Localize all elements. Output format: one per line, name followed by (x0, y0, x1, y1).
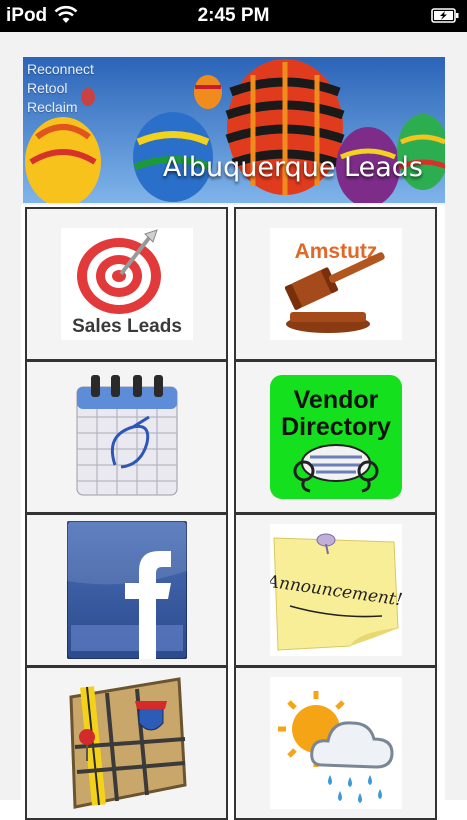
tile-weather[interactable] (234, 666, 437, 820)
tagline-reclaim: Reclaim (27, 99, 78, 115)
tile-amstutz[interactable]: Amstutz (234, 207, 437, 361)
map-icon (68, 677, 187, 809)
tile-calendar[interactable] (25, 360, 228, 514)
sales-leads-label: Sales Leads (72, 316, 182, 337)
vendor-label-line1: Vendor (293, 386, 378, 414)
calendar-icon (76, 375, 177, 496)
app-title: Albuquerque Leads (162, 152, 423, 183)
tile-facebook[interactable] (25, 513, 228, 667)
gavel-icon: Amstutz (269, 228, 402, 340)
tile-vendor-directory[interactable]: Vendor Directory (234, 360, 437, 514)
header-banner: Reconnect Retool Reclaim Albuquerque Lea… (23, 57, 445, 203)
vendor-label-line2: Directory (281, 413, 391, 441)
tile-map[interactable] (25, 666, 228, 820)
clock: 2:45 PM (197, 5, 270, 26)
tile-sales-leads[interactable]: Sales Leads (25, 207, 228, 361)
tagline-reconnect: Reconnect (27, 61, 94, 77)
sticky-note-icon: Announcement! (269, 524, 402, 656)
tile-announcement[interactable]: Announcement! (234, 513, 437, 667)
tagline-retool: Retool (27, 80, 68, 96)
status-bar: iPod 2:45 PM (0, 0, 467, 32)
battery-icon (431, 8, 459, 23)
facebook-icon (66, 521, 187, 659)
target-icon: Sales Leads (60, 228, 193, 340)
menu-grid: Sales Leads Amstutz Vendor Directory Ann… (21, 205, 445, 820)
weather-icon (269, 677, 402, 809)
rolodex-icon: Vendor Directory (269, 375, 402, 499)
home-screen: Reconnect Retool Reclaim Albuquerque Lea… (0, 32, 467, 820)
